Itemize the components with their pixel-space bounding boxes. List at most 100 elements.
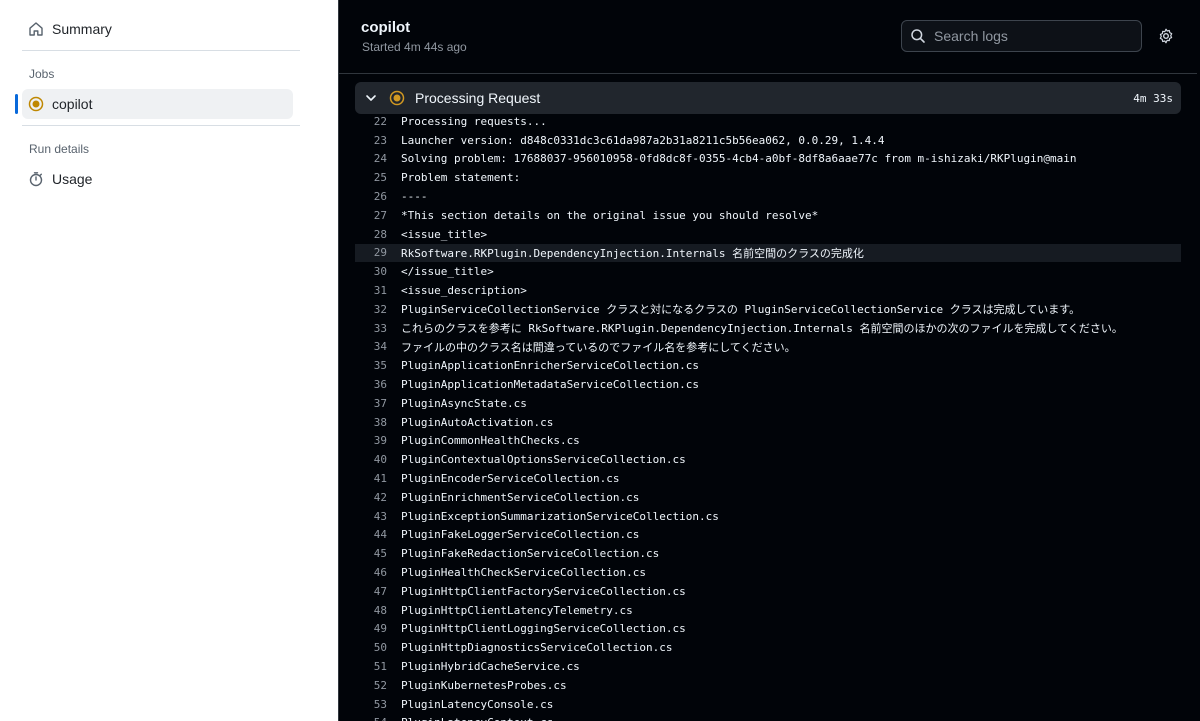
log-line[interactable]: 32 PluginServiceCollectionService クラスと対にな… [355, 300, 1181, 319]
line-number[interactable]: 29 [355, 246, 401, 259]
log-line[interactable]: 41 PluginEncoderServiceCollection.cs [355, 469, 1181, 488]
log-line[interactable]: 25 Problem statement: [355, 168, 1181, 187]
line-number[interactable]: 32 [355, 303, 401, 316]
line-number[interactable]: 51 [355, 660, 401, 673]
log-output[interactable]: 22 Processing requests... 23 Launcher versi… [355, 112, 1181, 721]
log-line[interactable]: 30 </issue_title> [355, 262, 1181, 281]
log-line[interactable]: 46 PluginHealthCheckServiceCollection.cs [355, 563, 1181, 582]
log-text: ファイルの中のクラス名は間違っているのでファイル名を参考にしてください。 [401, 340, 796, 354]
sidebar-item-label: copilot [52, 96, 93, 112]
line-number[interactable]: 54 [355, 716, 401, 721]
line-number[interactable]: 41 [355, 472, 401, 485]
line-number[interactable]: 31 [355, 284, 401, 297]
log-text: <issue_description> [401, 284, 527, 298]
line-number[interactable]: 36 [355, 378, 401, 391]
sidebar-item-copilot[interactable]: copilot [22, 89, 293, 119]
run-details-section-label: Run details [29, 142, 90, 156]
log-line[interactable]: 24 Solving problem: 17688037-956010958-0f… [355, 150, 1181, 169]
step-duration: 4m 33s [1133, 91, 1173, 105]
gear-icon [1158, 28, 1174, 44]
sidebar-item-label: Usage [52, 171, 93, 187]
log-text: PluginCommonHealthChecks.cs [401, 434, 580, 448]
log-line[interactable]: 23 Launcher version: d848c0331dc3c61da987… [355, 131, 1181, 150]
log-text: </issue_title> [401, 265, 494, 279]
line-number[interactable]: 24 [355, 152, 401, 165]
line-number[interactable]: 30 [355, 265, 401, 278]
sidebar-item-summary[interactable]: Summary [22, 14, 293, 44]
log-line[interactable]: 43 PluginExceptionSummarizationServiceCol… [355, 507, 1181, 526]
log-line[interactable]: 36 PluginApplicationMetadataServiceCollec… [355, 375, 1181, 394]
log-line[interactable]: 40 PluginContextualOptionsServiceCollecti… [355, 450, 1181, 469]
line-number[interactable]: 47 [355, 585, 401, 598]
log-text: PluginHttpClientLatencyTelemetry.cs [401, 603, 633, 617]
log-line[interactable]: 27 *This section details on the original … [355, 206, 1181, 225]
line-number[interactable]: 42 [355, 491, 401, 504]
line-number[interactable]: 25 [355, 171, 401, 184]
line-number[interactable]: 28 [355, 228, 401, 241]
in-progress-icon [28, 96, 44, 112]
log-text: PluginHealthCheckServiceCollection.cs [401, 566, 647, 580]
log-text: PluginServiceCollectionService クラスと対になるク… [401, 303, 1081, 317]
line-number[interactable]: 46 [355, 566, 401, 579]
log-line[interactable]: 38 PluginAutoActivation.cs [355, 413, 1181, 432]
log-text: PluginContextualOptionsServiceCollection… [401, 453, 686, 467]
settings-button[interactable] [1156, 26, 1176, 46]
log-line[interactable]: 37 PluginAsyncState.cs [355, 394, 1181, 413]
search-box[interactable] [901, 20, 1142, 52]
line-number[interactable]: 33 [355, 322, 401, 335]
log-line[interactable]: 22 Processing requests... [355, 112, 1181, 131]
log-line[interactable]: 39 PluginCommonHealthChecks.cs [355, 432, 1181, 451]
line-number[interactable]: 39 [355, 434, 401, 447]
in-progress-icon [389, 90, 405, 106]
log-line[interactable]: 29 RkSoftware.RKPlugin.DependencyInjectio… [355, 243, 1181, 263]
log-line[interactable]: 35 PluginApplicationEnricherServiceCollec… [355, 356, 1181, 375]
line-number[interactable]: 43 [355, 510, 401, 523]
log-line[interactable]: 53 PluginLatencyConsole.cs [355, 695, 1181, 714]
chevron-down-icon[interactable] [363, 90, 379, 106]
line-number[interactable]: 38 [355, 416, 401, 429]
log-text: <issue_title> [401, 227, 488, 241]
line-number[interactable]: 50 [355, 641, 401, 654]
search-input[interactable] [934, 28, 1141, 44]
log-line[interactable]: 52 PluginKubernetesProbes.cs [355, 676, 1181, 695]
line-number[interactable]: 40 [355, 453, 401, 466]
log-text: Problem statement: [401, 171, 521, 185]
log-line[interactable]: 26 ---- [355, 187, 1181, 206]
log-line[interactable]: 48 PluginHttpClientLatencyTelemetry.cs [355, 601, 1181, 620]
sidebar-item-usage[interactable]: Usage [22, 164, 293, 194]
log-text: *This section details on the original is… [401, 208, 819, 222]
line-number[interactable]: 26 [355, 190, 401, 203]
log-line[interactable]: 47 PluginHttpClientFactoryServiceCollecti… [355, 582, 1181, 601]
line-number[interactable]: 45 [355, 547, 401, 560]
log-line[interactable]: 31 <issue_description> [355, 281, 1181, 300]
line-number[interactable]: 48 [355, 604, 401, 617]
line-number[interactable]: 23 [355, 134, 401, 147]
log-text: PluginApplicationMetadataServiceCollecti… [401, 378, 700, 392]
sidebar-divider [22, 50, 300, 51]
log-line[interactable]: 51 PluginHybridCacheService.cs [355, 657, 1181, 676]
line-number[interactable]: 52 [355, 679, 401, 692]
line-number[interactable]: 34 [355, 340, 401, 353]
log-text: PluginEncoderServiceCollection.cs [401, 472, 620, 486]
line-number[interactable]: 22 [355, 115, 401, 128]
line-number[interactable]: 44 [355, 528, 401, 541]
log-text: Launcher version: d848c0331dc3c61da987a2… [401, 133, 885, 147]
log-line[interactable]: 42 PluginEnrichmentServiceCollection.cs [355, 488, 1181, 507]
log-text: PluginAutoActivation.cs [401, 415, 554, 429]
line-number[interactable]: 27 [355, 209, 401, 222]
log-text: PluginHttpClientFactoryServiceCollection… [401, 584, 686, 598]
log-line[interactable]: 50 PluginHttpDiagnosticsServiceCollection… [355, 638, 1181, 657]
log-line[interactable]: 33 これらのクラスを参考に RkSoftware.RKPlugin.Depend… [355, 319, 1181, 338]
line-number[interactable]: 53 [355, 698, 401, 711]
log-line[interactable]: 28 <issue_title> [355, 225, 1181, 244]
step-header-processing-request[interactable]: Processing Request 4m 33s [355, 82, 1181, 114]
log-line[interactable]: 34 ファイルの中のクラス名は間違っているのでファイル名を参考にしてください。 [355, 338, 1181, 357]
log-line[interactable]: 49 PluginHttpClientLoggingServiceCollecti… [355, 620, 1181, 639]
log-line[interactable]: 44 PluginFakeLoggerServiceCollection.cs [355, 526, 1181, 545]
line-number[interactable]: 35 [355, 359, 401, 372]
log-line[interactable]: 45 PluginFakeRedactionServiceCollection.c… [355, 544, 1181, 563]
line-number[interactable]: 49 [355, 622, 401, 635]
stopwatch-icon [28, 171, 44, 187]
line-number[interactable]: 37 [355, 397, 401, 410]
log-line[interactable]: 54PluginLatencyContext.cs [355, 714, 1181, 721]
